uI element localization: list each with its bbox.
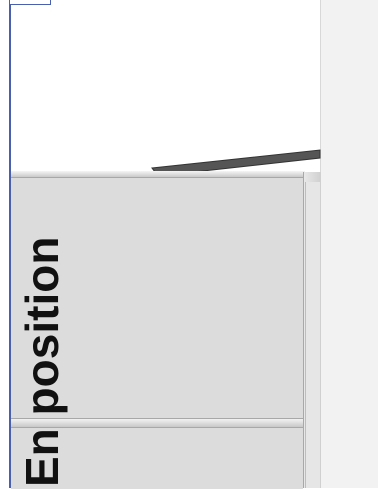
diagram-canvas: En position — [0, 0, 378, 489]
cabinet-top-edge — [11, 171, 305, 178]
position-label: En position — [16, 236, 68, 487]
cabinet-side-inner — [305, 182, 320, 488]
